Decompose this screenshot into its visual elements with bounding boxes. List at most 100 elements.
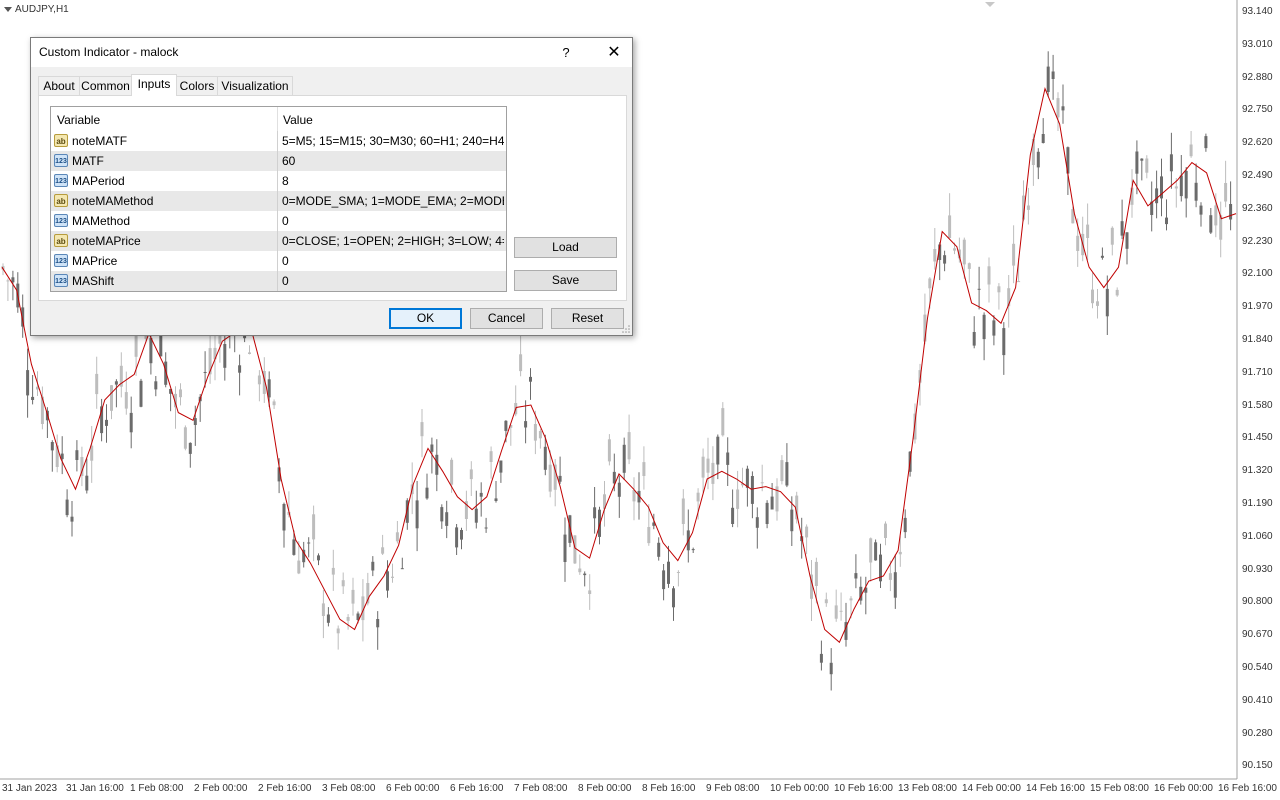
candle-body	[824, 599, 828, 604]
dropdown-triangle-icon[interactable]	[4, 6, 12, 12]
column-header-variable[interactable]: Variable	[57, 113, 100, 127]
candle-body	[893, 572, 897, 598]
variable-value[interactable]: 60	[282, 154, 504, 168]
candle-body	[849, 598, 853, 601]
candle-body	[105, 419, 108, 426]
candle-body	[987, 266, 991, 285]
close-button[interactable]: ✕	[596, 38, 632, 67]
candle-body	[415, 500, 419, 529]
candle-body	[1002, 328, 1006, 356]
candle-body	[1017, 281, 1021, 283]
variable-name: noteMAPrice	[72, 234, 141, 248]
variable-value[interactable]: 0	[282, 274, 504, 288]
candle-body	[11, 277, 15, 283]
candle-body	[662, 570, 666, 590]
candle-body	[997, 286, 1001, 293]
time-axis-label: 16 Feb 00:00	[1154, 783, 1213, 794]
candle-body	[780, 460, 784, 482]
column-separator	[277, 151, 278, 171]
help-button[interactable]: ?	[551, 38, 581, 67]
price-axis-label: 90.800	[1242, 596, 1273, 608]
candle-body	[538, 431, 542, 439]
input-row-MAPeriod[interactable]: 123 MAPeriod 8	[51, 171, 506, 191]
candle-body	[711, 462, 715, 484]
input-row-noteMAPrice[interactable]: ab noteMAPrice 0=CLOSE; 1=OPEN; 2=HIGH; 3=…	[51, 231, 506, 251]
price-axis-label: 92.100	[1242, 268, 1273, 280]
close-icon: ✕	[607, 44, 621, 61]
candle-body	[317, 555, 320, 561]
ok-button[interactable]: OK	[389, 308, 462, 329]
candle-body	[721, 408, 725, 436]
chart-shift-marker[interactable]	[985, 2, 995, 7]
candle-body	[1046, 66, 1050, 92]
candle-body	[435, 454, 439, 475]
candle-body	[440, 507, 444, 522]
variable-value[interactable]: 0=MODE_SMA; 1=MODE_EMA; 2=MODE_...	[282, 194, 504, 208]
variable-value[interactable]: 5=M5; 15=M15; 30=M30; 60=H1; 240=H4; 1..…	[282, 134, 504, 148]
candle-body	[110, 385, 113, 411]
candle-body	[834, 605, 838, 619]
input-row-MAPrice[interactable]: 123 MAPrice 0	[51, 251, 506, 271]
cancel-button[interactable]: Cancel	[470, 308, 543, 329]
input-row-MAShift[interactable]: 123 MAShift 0	[51, 271, 506, 291]
candle-body	[593, 507, 597, 519]
candle-body	[26, 370, 30, 396]
load-button[interactable]: Load	[514, 237, 617, 258]
candle-body	[1115, 289, 1119, 296]
candle-body	[326, 614, 330, 623]
input-row-MATF[interactable]: 123 MATF 60	[51, 151, 506, 171]
candle-body	[750, 476, 754, 504]
tab-common[interactable]: Common	[79, 76, 132, 95]
price-axis-label: 90.280	[1242, 727, 1273, 739]
candle-body	[548, 464, 552, 492]
tab-inputs[interactable]: Inputs	[131, 74, 177, 96]
price-axis-label: 92.750	[1242, 104, 1273, 116]
candle-body	[203, 372, 207, 373]
candle-body	[1061, 106, 1065, 111]
column-header-value[interactable]: Value	[283, 113, 313, 127]
resize-grip-icon[interactable]	[622, 325, 630, 333]
candle-body	[760, 482, 764, 484]
candle-body	[884, 523, 887, 538]
tab-visualization[interactable]: Visualization	[217, 76, 293, 95]
variable-name: noteMAMethod	[72, 194, 154, 208]
price-axis-label: 91.450	[1242, 432, 1273, 444]
variable-value[interactable]: 8	[282, 174, 504, 188]
input-row-noteMAMethod[interactable]: ab noteMAMethod 0=MODE_SMA; 1=MODE_EMA; 2=…	[51, 191, 506, 211]
tab-about[interactable]: About	[38, 76, 80, 95]
candle-body	[272, 401, 276, 406]
candle-body	[159, 336, 163, 357]
variable-value[interactable]: 0	[282, 214, 504, 228]
candle-body	[933, 249, 937, 262]
variable-name: MATF	[72, 154, 104, 168]
candle-body	[691, 549, 695, 551]
custom-indicator-dialog: Custom Indicator - malock ? ✕ About Comm…	[30, 37, 633, 336]
string-type-icon: ab	[54, 194, 68, 207]
price-axis-label: 90.150	[1242, 760, 1273, 772]
candle-body	[696, 492, 700, 502]
tab-colors[interactable]: Colors	[176, 76, 218, 95]
candle-body	[336, 628, 340, 634]
reset-button[interactable]: Reset	[551, 308, 624, 329]
variable-value[interactable]: 0	[282, 254, 504, 268]
variable-name: MAShift	[72, 274, 115, 288]
time-axis-label: 31 Jan 2023	[2, 783, 58, 794]
candle-body	[149, 338, 153, 364]
price-axis-label: 90.670	[1242, 629, 1273, 641]
dialog-titlebar[interactable]: Custom Indicator - malock ? ✕	[31, 38, 632, 67]
input-row-MAMethod[interactable]: 123 MAMethod 0	[51, 211, 506, 231]
candle-body	[524, 421, 528, 428]
candle-body	[1076, 235, 1080, 251]
candle-body	[425, 487, 429, 499]
input-row-noteMATF[interactable]: ab noteMATF 5=M5; 15=M15; 30=M30; 60=H1; 2…	[51, 131, 506, 151]
candle-body	[869, 538, 873, 563]
variable-value[interactable]: 0=CLOSE; 1=OPEN; 2=HIGH; 3=LOW; 4=M...	[282, 234, 504, 248]
candle-body	[346, 617, 350, 621]
candle-body	[282, 504, 286, 531]
time-axis-label: 1 Feb 08:00	[130, 783, 184, 794]
candle-body	[948, 215, 952, 239]
save-button[interactable]: Save	[514, 270, 617, 291]
candle-body	[607, 439, 611, 462]
candle-body	[1155, 188, 1159, 204]
candle-body	[972, 332, 976, 346]
